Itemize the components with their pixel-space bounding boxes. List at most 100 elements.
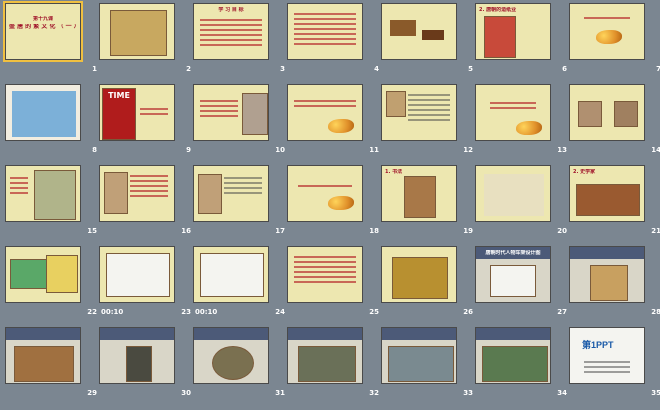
slide-text <box>200 97 238 120</box>
slide-picture <box>104 172 128 214</box>
slide-thumbnail-1[interactable]: 第十九课盛 唐 的 繁 文 化 （ 一 ） 1 <box>3 1 99 84</box>
slide-preview[interactable] <box>99 165 175 222</box>
slide-thumbnail-21[interactable]: 2. 史学家 21 <box>569 165 660 246</box>
slide-thumbnail-33[interactable]: 33 <box>381 327 475 408</box>
slide-thumbnail-26[interactable]: 26 <box>381 246 475 327</box>
slide-thumbnail-22[interactable]: 22 <box>5 246 99 327</box>
slide-preview[interactable]: 第十九课盛 唐 的 繁 文 化 （ 一 ） <box>3 1 83 62</box>
slide-number: 32 <box>369 389 379 397</box>
slide-preview[interactable]: 2. 唐朝的造纸业 <box>475 3 551 60</box>
slide-thumbnail-13[interactable]: 13 <box>475 84 569 165</box>
slide-picture <box>14 346 74 382</box>
slide-picture <box>614 101 638 127</box>
slide-picture <box>126 346 152 382</box>
slide-preview[interactable] <box>5 165 81 222</box>
slide-preview[interactable] <box>99 246 175 303</box>
slide-thumbnail-12[interactable]: 12 <box>381 84 475 165</box>
slide-thumbnail-32[interactable]: 32 <box>287 327 381 408</box>
slide-thumbnail-16[interactable]: 16 <box>99 165 193 246</box>
slide-thumbnail-15[interactable]: 15 <box>5 165 99 246</box>
slide-preview[interactable] <box>5 84 81 141</box>
slide-thumbnail-2[interactable]: 2 <box>99 3 193 84</box>
slide-preview[interactable] <box>569 246 645 303</box>
slide-thumbnail-25[interactable]: 25 <box>287 246 381 327</box>
slide-preview[interactable] <box>99 3 175 60</box>
slide-picture <box>110 10 167 56</box>
slide-preview[interactable] <box>287 327 363 384</box>
slide-thumbnail-30[interactable]: 30 <box>99 327 193 408</box>
slide-thumbnail-5[interactable]: 5 <box>381 3 475 84</box>
dragon-icon <box>328 119 354 133</box>
slide-table <box>200 253 264 297</box>
slide-thumbnail-29[interactable]: 29 <box>5 327 99 408</box>
slide-preview[interactable] <box>287 246 363 303</box>
slide-preview[interactable] <box>475 327 551 384</box>
slide-thumbnail-19[interactable]: 1. 书法 19 <box>381 165 475 246</box>
slide-thumbnail-10[interactable]: 10 <box>193 84 287 165</box>
slide-thumbnail-27[interactable]: 唐朝时代人物车架设计图 27 <box>475 246 569 327</box>
slide-title: 唐朝时代人物车架设计图 <box>485 250 541 256</box>
slide-preview[interactable] <box>193 165 269 222</box>
slide-thumbnail-6[interactable]: 2. 唐朝的造纸业 6 <box>475 3 569 84</box>
slide-preview[interactable] <box>193 327 269 384</box>
slide-preview[interactable]: 2. 史学家 <box>569 165 645 222</box>
slide-text <box>294 97 356 110</box>
slide-preview[interactable]: TIME <box>99 84 175 141</box>
slide-thumbnail-24[interactable]: 24 00:10 <box>193 246 287 327</box>
slide-preview[interactable]: 唐朝时代人物车架设计图 <box>475 246 551 303</box>
slide-preview[interactable] <box>287 3 363 60</box>
slide-number: 1 <box>92 65 97 73</box>
slide-thumbnail-9[interactable]: TIME 9 <box>99 84 193 165</box>
slide-preview[interactable]: 学 习 目 标 <box>193 3 269 60</box>
slide-picture <box>484 174 544 216</box>
slide-preview[interactable] <box>5 246 81 303</box>
slide-preview[interactable] <box>381 246 457 303</box>
slide-thumbnail-23[interactable]: 23 00:10 <box>99 246 193 327</box>
slide-preview[interactable] <box>193 246 269 303</box>
slide-preview[interactable] <box>287 84 363 141</box>
slide-title: 2. 唐朝的造纸业 <box>479 7 517 13</box>
slide-banner <box>288 328 362 340</box>
slide-preview[interactable] <box>193 84 269 141</box>
slide-preview[interactable] <box>569 84 645 141</box>
slide-timing: 00:10 <box>195 308 218 316</box>
slide-banner <box>194 328 268 340</box>
slide-number: 7 <box>656 65 660 73</box>
slide-preview[interactable] <box>381 3 457 60</box>
slide-thumbnail-20[interactable]: 20 <box>475 165 569 246</box>
slide-banner <box>100 328 174 340</box>
slide-title: TIME <box>108 91 130 100</box>
slide-thumbnail-4[interactable]: 4 <box>287 3 381 84</box>
slide-thumbnail-14[interactable]: 14 <box>569 84 660 165</box>
slide-preview[interactable] <box>381 84 457 141</box>
slide-picture <box>590 265 628 301</box>
slide-preview[interactable] <box>475 165 551 222</box>
slide-thumbnail-34[interactable]: 34 <box>475 327 569 408</box>
slide-thumbnail-11[interactable]: 11 <box>287 84 381 165</box>
slide-preview[interactable] <box>475 84 551 141</box>
slide-text <box>408 91 450 124</box>
slide-preview[interactable] <box>99 327 175 384</box>
slide-picture <box>10 259 48 289</box>
slide-banner <box>476 328 550 340</box>
slide-preview[interactable] <box>569 3 645 60</box>
ppt-logo: 第1PPT <box>582 340 614 350</box>
slide-preview[interactable] <box>381 327 457 384</box>
slide-thumbnail-35[interactable]: 第1PPT 35 <box>569 327 660 408</box>
slide-number: 3 <box>280 65 285 73</box>
slide-title: 2. 史学家 <box>573 169 596 175</box>
slide-thumbnail-7[interactable]: 7 <box>569 3 660 84</box>
slide-preview[interactable] <box>287 165 363 222</box>
slide-preview[interactable]: 1. 书法 <box>381 165 457 222</box>
slide-thumbnail-18[interactable]: 18 <box>287 165 381 246</box>
slide-thumbnail-28[interactable]: 28 <box>569 246 660 327</box>
slide-thumbnail-8[interactable]: 8 <box>5 84 99 165</box>
slide-number: 20 <box>557 227 567 235</box>
slide-thumbnail-17[interactable]: 17 <box>193 165 287 246</box>
slide-thumbnail-31[interactable]: 31 <box>193 327 287 408</box>
slide-number: 23 <box>181 308 191 316</box>
slide-preview[interactable]: 第1PPT <box>569 327 645 384</box>
slide-preview[interactable] <box>5 327 81 384</box>
slide-number: 14 <box>651 146 660 154</box>
slide-thumbnail-3[interactable]: 学 习 目 标 3 <box>193 3 287 84</box>
